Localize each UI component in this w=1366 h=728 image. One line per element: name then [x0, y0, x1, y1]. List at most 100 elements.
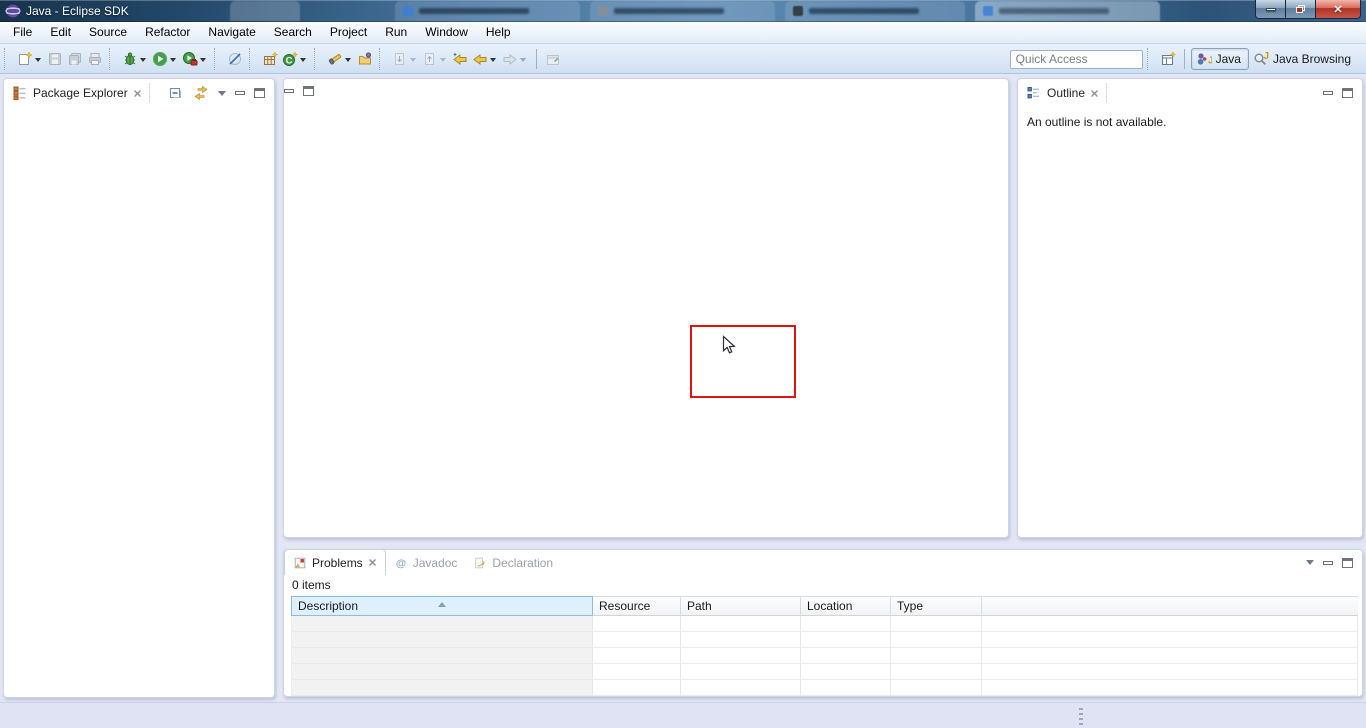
title-bar[interactable]: Java - Eclipse SDK ✕ — [0, 0, 1366, 22]
window-title: Java - Eclipse SDK — [26, 4, 129, 18]
minimize-icon — [1266, 8, 1276, 11]
red-rectangle — [690, 325, 796, 398]
open-perspective-button[interactable] — [1158, 48, 1178, 70]
search-button[interactable] — [325, 48, 355, 70]
collapse-all-icon[interactable] — [168, 85, 184, 101]
pin-editor-icon — [545, 51, 561, 67]
dropdown-arrow-icon — [140, 58, 146, 65]
column-header-type[interactable]: Type — [891, 596, 982, 616]
tab-problems[interactable]: Problems — [284, 549, 386, 575]
menu-project[interactable]: Project — [321, 22, 376, 43]
maximize-view-icon[interactable] — [1342, 88, 1353, 98]
minimize-view-icon[interactable] — [235, 91, 245, 95]
quick-access-input[interactable] — [1010, 50, 1143, 69]
minimize-view-icon[interactable] — [1323, 91, 1333, 95]
next-annotation-icon — [392, 51, 408, 67]
status-bar-grip[interactable] — [1079, 708, 1083, 725]
column-header-location[interactable]: Location — [801, 596, 891, 616]
restore-window-button[interactable] — [1286, 0, 1316, 19]
perspective-java-browsing-button[interactable]: J Java Browsing — [1249, 49, 1358, 69]
maximize-view-icon[interactable] — [1342, 558, 1353, 568]
java-perspective-icon: J — [1196, 51, 1212, 67]
menu-file[interactable]: File — [4, 22, 41, 43]
perspective-java-button[interactable]: J Java — [1191, 48, 1249, 70]
skip-all-breakpoints-button[interactable] — [225, 48, 245, 70]
column-header-description[interactable]: Description — [291, 596, 593, 616]
pin-editor-button[interactable] — [543, 48, 563, 70]
problems-table: Description Resource Path Location Type — [291, 596, 1358, 696]
new-class-button[interactable]: C — [280, 48, 310, 70]
package-explorer-body[interactable] — [4, 107, 274, 697]
forward-button[interactable] — [500, 48, 530, 70]
svg-text:J: J — [1208, 56, 1212, 67]
tab-declaration[interactable]: Declaration — [465, 551, 561, 575]
table-row — [291, 632, 1358, 648]
open-task-icon — [357, 51, 373, 67]
back-icon — [472, 51, 488, 67]
menu-help[interactable]: Help — [477, 22, 520, 43]
menu-navigate[interactable]: Navigate — [199, 22, 264, 43]
maximize-view-icon[interactable] — [303, 86, 314, 96]
declaration-icon — [473, 556, 487, 570]
status-bar — [0, 702, 1366, 728]
new-wizard-icon — [17, 51, 33, 67]
close-view-icon[interactable] — [133, 89, 142, 98]
close-view-icon[interactable] — [368, 558, 377, 567]
view-menu-icon[interactable] — [218, 91, 226, 100]
menu-refactor[interactable]: Refactor — [136, 22, 199, 43]
menu-search[interactable]: Search — [265, 22, 321, 43]
dropdown-arrow-icon — [520, 58, 526, 65]
menu-source[interactable]: Source — [80, 22, 136, 43]
new-wizard-button[interactable] — [15, 48, 45, 70]
print-button[interactable] — [85, 48, 105, 70]
new-java-project-icon — [262, 51, 278, 67]
debug-button[interactable] — [120, 48, 150, 70]
print-icon — [87, 51, 103, 67]
toolbar-separator — [1147, 48, 1155, 70]
last-edit-location-button[interactable] — [450, 48, 470, 70]
dropdown-arrow-icon — [440, 58, 446, 65]
dropdown-arrow-icon — [490, 58, 496, 65]
tab-javadoc[interactable]: @ Javadoc — [386, 551, 466, 575]
run-button[interactable] — [150, 48, 180, 70]
column-header-path[interactable]: Path — [681, 596, 801, 616]
back-button[interactable] — [470, 48, 500, 70]
menu-edit[interactable]: Edit — [41, 22, 80, 43]
minimize-view-icon[interactable] — [284, 89, 294, 93]
view-menu-icon[interactable] — [1306, 560, 1314, 569]
save-button[interactable] — [45, 48, 65, 70]
maximize-view-icon[interactable] — [254, 88, 265, 98]
minimize-window-button[interactable] — [1255, 0, 1286, 19]
outline-actions — [1323, 88, 1362, 98]
outline-tab[interactable]: Outline — [1018, 79, 1107, 107]
previous-annotation-button[interactable] — [420, 48, 450, 70]
outline-message: An outline is not available. — [1018, 107, 1362, 137]
open-task-button[interactable] — [355, 48, 375, 70]
toolbar-separator — [249, 48, 257, 70]
save-all-button[interactable] — [65, 48, 85, 70]
new-java-project-button[interactable] — [260, 48, 280, 70]
external-tools-button[interactable] — [180, 48, 210, 70]
column-header-resource[interactable]: Resource — [593, 596, 681, 616]
table-row — [291, 616, 1358, 632]
package-explorer-tab[interactable]: Package Explorer — [4, 79, 150, 107]
search-icon — [327, 51, 343, 67]
external-tools-icon — [182, 51, 198, 67]
close-view-icon[interactable] — [1090, 89, 1099, 98]
close-window-button[interactable]: ✕ — [1316, 0, 1361, 19]
minimize-view-icon[interactable] — [1323, 561, 1333, 565]
dropdown-arrow-icon — [345, 58, 351, 65]
next-annotation-button[interactable] — [390, 48, 420, 70]
save-icon — [47, 51, 63, 67]
menu-window[interactable]: Window — [416, 22, 477, 43]
outline-header: Outline — [1018, 79, 1362, 107]
menu-run[interactable]: Run — [376, 22, 416, 43]
toolbar-separator — [214, 48, 222, 70]
link-with-editor-icon[interactable] — [193, 85, 209, 101]
skip-all-breakpoints-icon — [227, 51, 243, 67]
editor-area[interactable] — [283, 78, 1009, 538]
background-browser-tab — [785, 1, 965, 21]
package-explorer-actions — [168, 85, 274, 101]
toolbar-divider — [536, 49, 537, 69]
svg-text:J: J — [1263, 51, 1269, 62]
